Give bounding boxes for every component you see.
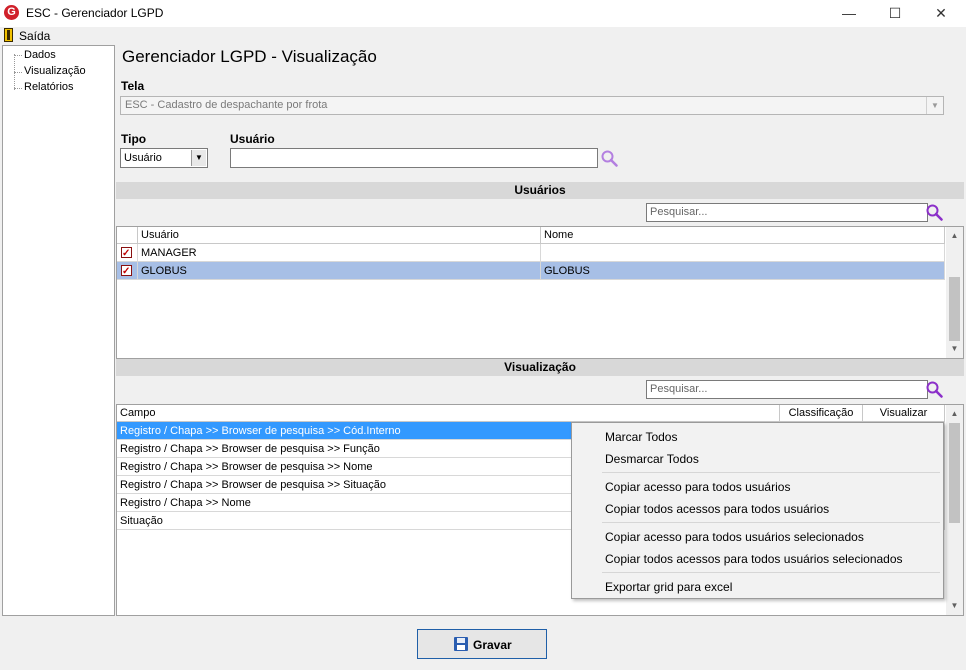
usuario-label: Usuário <box>230 132 275 146</box>
chevron-down-icon[interactable]: ▼ <box>926 97 943 114</box>
save-button-label: Gravar <box>473 638 512 652</box>
tree-connector <box>14 55 22 56</box>
tela-label: Tela <box>121 79 145 93</box>
table-row-nome[interactable] <box>541 244 945 262</box>
users-grid: Usuário Nome MANAGER GLOBUS GLOBUS ▲ ▼ <box>116 226 964 359</box>
users-search-input[interactable]: Pesquisar... <box>646 203 928 222</box>
tipo-select[interactable]: Usuário ▼ <box>120 148 208 168</box>
context-menu: Marcar Todos Desmarcar Todos Copiar aces… <box>571 422 944 599</box>
search-icon[interactable] <box>926 204 943 221</box>
tipo-label: Tipo <box>121 132 147 146</box>
menu-item-copy-access-all-users[interactable]: Copiar acesso para todos usuários <box>605 480 790 494</box>
view-scrollbar[interactable]: ▲ ▼ <box>946 405 963 615</box>
menu-item-copy-all-access-all-users[interactable]: Copiar todos acessos para todos usuários <box>605 502 829 516</box>
save-button[interactable]: Gravar <box>417 629 547 659</box>
grid-header-check <box>117 227 138 244</box>
tree-item-relatorios[interactable]: Relatórios <box>24 81 74 93</box>
checkbox-checked-icon[interactable] <box>121 263 132 279</box>
tree-connector <box>14 72 22 73</box>
users-section-header: Usuários <box>116 182 964 199</box>
grid-header-classificacao[interactable]: Classificação <box>780 405 863 422</box>
close-button[interactable]: ✕ <box>918 0 964 27</box>
scroll-up-icon[interactable]: ▲ <box>946 407 963 421</box>
table-row-usuario[interactable]: MANAGER <box>138 244 541 262</box>
tree-connector <box>14 88 22 89</box>
tree-item-visualizacao[interactable]: Visualização <box>24 65 86 77</box>
search-icon[interactable] <box>601 150 618 167</box>
table-row-nome[interactable]: GLOBUS <box>541 262 945 280</box>
menu-separator <box>602 572 940 573</box>
scroll-thumb[interactable] <box>949 277 960 341</box>
grid-header-nome[interactable]: Nome <box>541 227 945 244</box>
tela-value: ESC - Cadastro de despachante por frota <box>125 99 328 111</box>
search-icon[interactable] <box>926 381 943 398</box>
row-check-cell[interactable] <box>117 244 138 262</box>
row-check-cell[interactable] <box>117 262 138 280</box>
menu-item-copy-access-selected-users[interactable]: Copiar acesso para todos usuários seleci… <box>605 530 864 544</box>
grid-header-usuario[interactable]: Usuário <box>138 227 541 244</box>
view-section-header: Visualização <box>116 359 964 376</box>
tela-select[interactable]: ESC - Cadastro de despachante por frota … <box>120 96 944 115</box>
window-title: ESC - Gerenciador LGPD <box>26 6 164 20</box>
menu-item-exit[interactable]: Saída <box>19 29 50 43</box>
disk-icon <box>454 637 468 651</box>
scroll-thumb[interactable] <box>949 423 960 523</box>
app-logo-icon: G <box>4 5 19 20</box>
menu-item-unmark-all[interactable]: Desmarcar Todos <box>605 452 699 466</box>
menu-separator <box>602 522 940 523</box>
scroll-down-icon[interactable]: ▼ <box>946 342 963 356</box>
checkbox-checked-icon[interactable] <box>121 245 132 261</box>
users-scrollbar[interactable]: ▲ ▼ <box>946 227 963 358</box>
chevron-down-icon[interactable]: ▼ <box>191 150 206 166</box>
menu-bar <box>0 27 966 45</box>
maximize-button[interactable]: ☐ <box>872 0 918 27</box>
page-title: Gerenciador LGPD - Visualização <box>122 47 377 66</box>
usuario-input[interactable] <box>230 148 598 168</box>
menu-item-export-excel[interactable]: Exportar grid para excel <box>605 580 732 594</box>
tree-item-dados[interactable]: Dados <box>24 49 56 61</box>
grid-header-visualizar[interactable]: Visualizar <box>863 405 945 422</box>
navigation-tree: Dados Visualização Relatórios <box>2 45 115 616</box>
view-search-input[interactable]: Pesquisar... <box>646 380 928 399</box>
tipo-value: Usuário <box>124 152 162 164</box>
scroll-up-icon[interactable]: ▲ <box>946 229 963 243</box>
menu-item-mark-all[interactable]: Marcar Todos <box>605 430 677 444</box>
table-row-usuario[interactable]: GLOBUS <box>138 262 541 280</box>
minimize-button[interactable]: — <box>826 0 872 27</box>
menu-separator <box>602 472 940 473</box>
scroll-down-icon[interactable]: ▼ <box>946 599 963 613</box>
exit-icon[interactable] <box>4 28 13 42</box>
grid-header-campo[interactable]: Campo <box>117 405 780 422</box>
menu-item-copy-all-access-selected-users[interactable]: Copiar todos acessos para todos usuários… <box>605 552 903 566</box>
